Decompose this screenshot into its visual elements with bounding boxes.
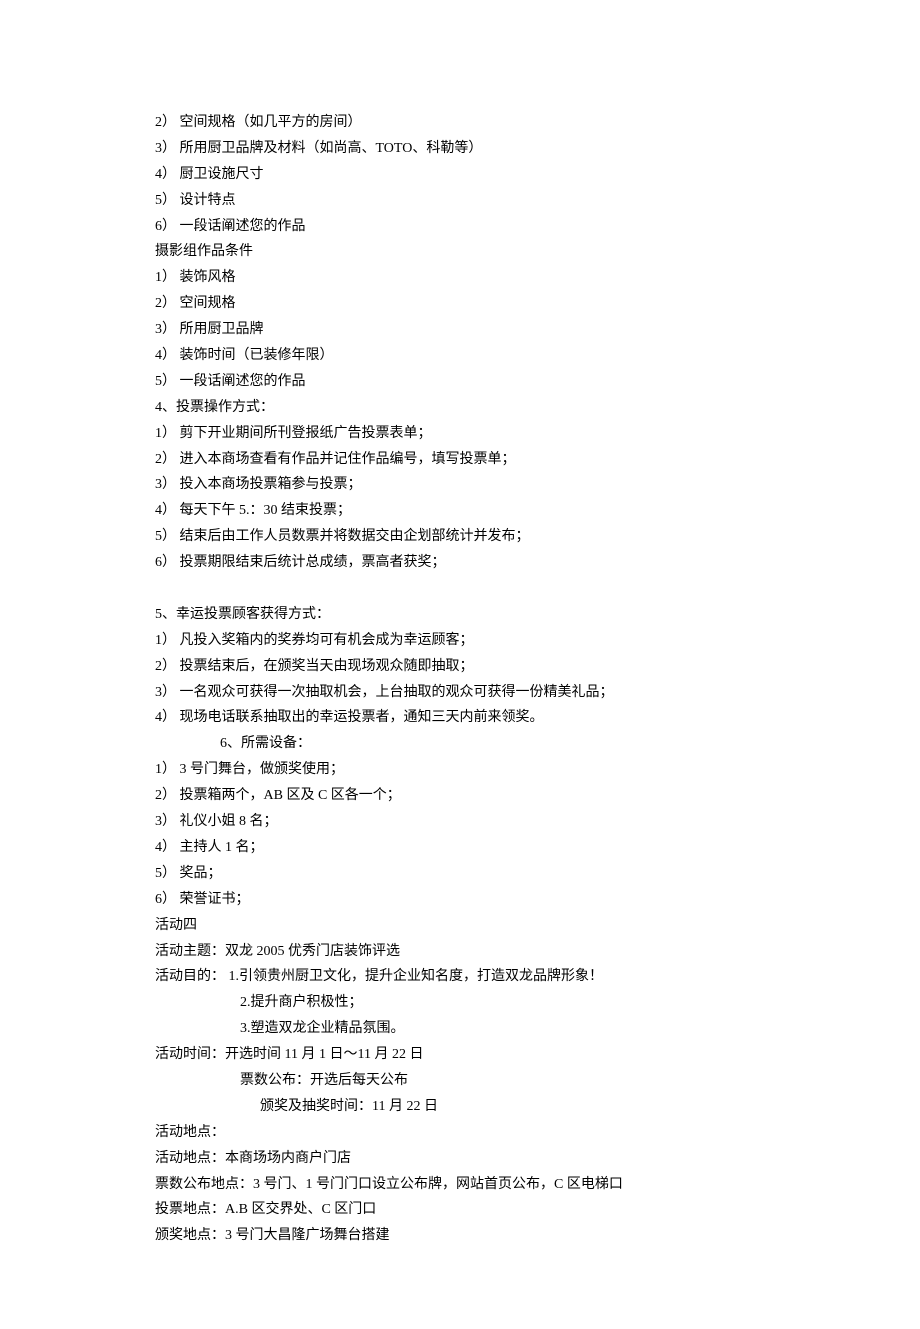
text-line: 6） 投票期限结束后统计总成绩，票高者获奖； <box>155 550 800 576</box>
text-line: 投票地点：A.B 区交界处、C 区门口 <box>155 1197 800 1223</box>
text-line: 3） 所用厨卫品牌及材料（如尚高、TOTO、科勒等） <box>155 136 800 162</box>
text-line: 颁奖地点：3 号门大昌隆广场舞台搭建 <box>155 1223 800 1249</box>
text-line: 4、投票操作方式： <box>155 395 800 421</box>
text-line: 5） 奖品； <box>155 861 800 887</box>
text-line: 活动主题：双龙 2005 优秀门店装饰评选 <box>155 939 800 965</box>
text-line: 3） 一名观众可获得一次抽取机会，上台抽取的观众可获得一份精美礼品； <box>155 680 800 706</box>
text-line: 4） 主持人 1 名； <box>155 835 800 861</box>
text-line: 活动地点： <box>155 1120 800 1146</box>
text-line: 票数公布地点：3 号门、1 号门门口设立公布牌，网站首页公布，C 区电梯口 <box>155 1172 800 1198</box>
text-line: 4） 厨卫设施尺寸 <box>155 162 800 188</box>
text-line: 颁奖及抽奖时间：11 月 22 日 <box>155 1094 800 1120</box>
text-line: 3） 礼仪小姐 8 名； <box>155 809 800 835</box>
text-line: 票数公布：开选后每天公布 <box>155 1068 800 1094</box>
text-line: 5） 一段话阐述您的作品 <box>155 369 800 395</box>
text-line: 3.塑造双龙企业精品氛围。 <box>155 1016 800 1042</box>
text-line: 6、所需设备： <box>155 731 800 757</box>
text-line: 2） 空间规格 <box>155 291 800 317</box>
text-line: 活动目的： 1.引领贵州厨卫文化，提升企业知名度，打造双龙品牌形象！ <box>155 964 800 990</box>
text-line: 摄影组作品条件 <box>155 239 800 265</box>
text-line: 活动四 <box>155 913 800 939</box>
text-line: 2） 进入本商场查看有作品并记住作品编号，填写投票单； <box>155 447 800 473</box>
text-line: 2） 空间规格（如几平方的房间） <box>155 110 800 136</box>
text-line: 6） 荣誉证书； <box>155 887 800 913</box>
text-line: 1） 3 号门舞台，做颁奖使用； <box>155 757 800 783</box>
text-line: 2） 投票结束后，在颁奖当天由现场观众随即抽取； <box>155 654 800 680</box>
text-line: 5、幸运投票顾客获得方式： <box>155 602 800 628</box>
text-line: 活动时间：开选时间 11 月 1 日～11 月 22 日 <box>155 1042 800 1068</box>
text-line: 3） 投入本商场投票箱参与投票； <box>155 472 800 498</box>
text-line: 6） 一段话阐述您的作品 <box>155 214 800 240</box>
text-line: 4） 每天下午 5.：30 结束投票； <box>155 498 800 524</box>
text-line: 1） 装饰风格 <box>155 265 800 291</box>
text-line: 3） 所用厨卫品牌 <box>155 317 800 343</box>
text-line <box>155 576 800 602</box>
text-line: 1） 凡投入奖箱内的奖券均可有机会成为幸运顾客； <box>155 628 800 654</box>
text-line: 4） 现场电话联系抽取出的幸运投票者，通知三天内前来领奖。 <box>155 705 800 731</box>
text-line: 2.提升商户积极性； <box>155 990 800 1016</box>
text-line: 4） 装饰时间（已装修年限） <box>155 343 800 369</box>
text-line: 活动地点：本商场场内商户门店 <box>155 1146 800 1172</box>
text-line: 5） 结束后由工作人员数票并将数据交由企划部统计并发布； <box>155 524 800 550</box>
text-line: 1） 剪下开业期间所刊登报纸广告投票表单； <box>155 421 800 447</box>
document-body: 2） 空间规格（如几平方的房间）3） 所用厨卫品牌及材料（如尚高、TOTO、科勒… <box>155 110 800 1249</box>
text-line: 5） 设计特点 <box>155 188 800 214</box>
text-line: 2） 投票箱两个，AB 区及 C 区各一个； <box>155 783 800 809</box>
